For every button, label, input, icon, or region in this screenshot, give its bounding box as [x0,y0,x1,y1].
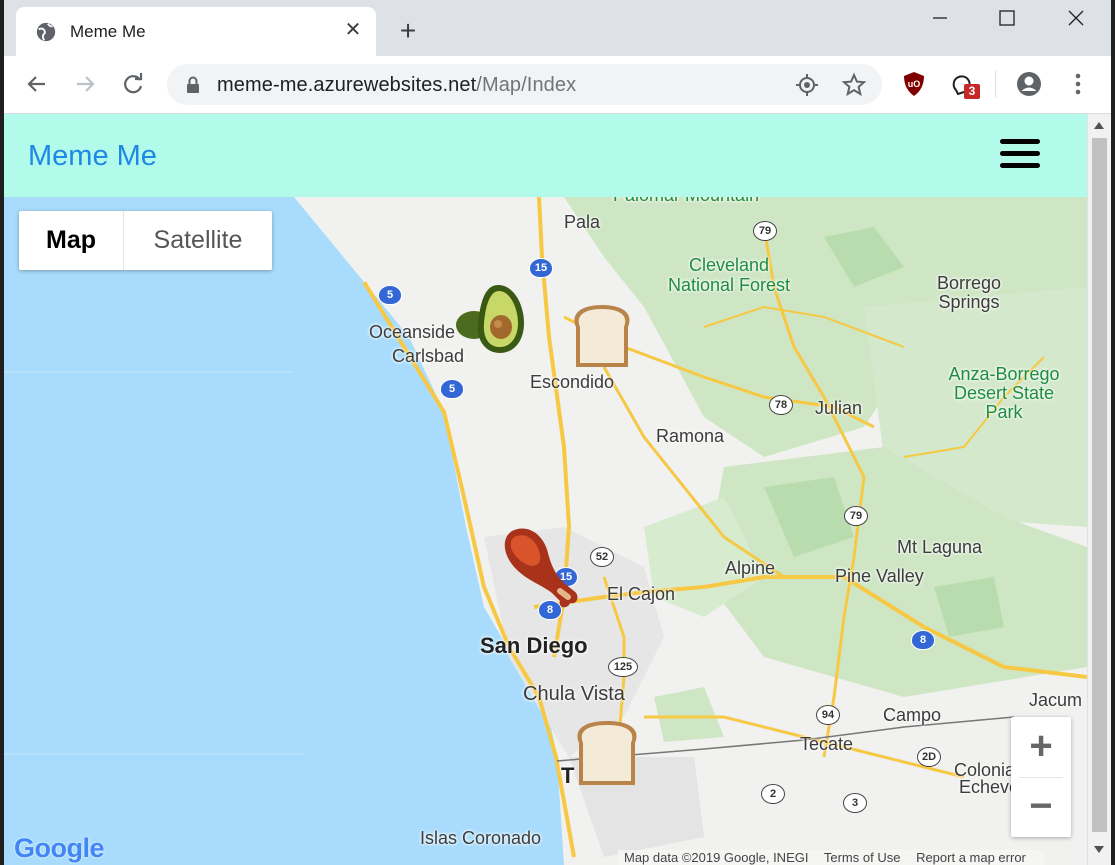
close-window-icon[interactable] [1061,6,1091,30]
brand-link[interactable]: Meme Me [28,140,157,173]
toolbar-divider [995,71,996,97]
ublock-icon[interactable]: uO [900,70,928,98]
report-map-error-link[interactable]: Report a map error [916,850,1026,865]
chicken-drumstick-marker-icon[interactable] [498,525,584,611]
profile-avatar-icon[interactable] [1015,70,1043,98]
route-94-shield: 94 [816,705,840,725]
mexico-2-shield: 2 [761,784,785,804]
place-san-diego: San Diego [480,633,588,658]
globe-icon [36,22,56,42]
bread-marker-icon[interactable] [573,719,641,789]
hamburger-icon[interactable] [1000,139,1040,171]
interstate-15-shield: 15 [529,258,553,278]
route-79-shield: 79 [753,221,777,241]
interstate-5-shield: 5 [378,285,402,305]
mexico-3-shield: 3 [843,793,867,813]
place-julian: Julian [815,398,863,418]
map-type-control: Map Satellite [19,211,272,270]
map-type-satellite-button[interactable]: Satellite [124,211,272,270]
map-type-map-button[interactable]: Map [19,211,123,270]
browser-toolbar: meme-me.azurewebsites.net/Map/Index uO 3 [4,56,1111,114]
terms-of-use-link[interactable]: Terms of Use [824,850,901,865]
place-cleveland: Cleveland National Forest [667,255,791,295]
place-pine-valley: Pine Valley [835,566,924,586]
browser-window: Meme Me ✕ + meme-me.azurewebsites.net/Ma… [4,0,1111,865]
zoom-in-button[interactable]: + [1011,717,1071,777]
bread-marker-icon[interactable] [568,303,636,371]
tab-close-icon[interactable]: ✕ [342,19,364,41]
place-jacumba: Jacum [1029,690,1083,710]
interstate-8-shield: 8 [911,630,935,650]
place-pala: Pala [564,212,601,232]
place-borrego: Borrego Springs [936,273,1002,312]
scroll-down-arrow-icon[interactable] [1094,846,1104,853]
avocado-marker-icon[interactable] [452,281,528,357]
zoom-out-button[interactable]: − [1011,777,1071,837]
web-page: Meme Me Pala Cleveland National Forest B… [4,114,1087,865]
map-canvas[interactable]: Palomar Mountain Pala Cleveland National… [4,185,1087,865]
bookmark-star-icon[interactable] [841,72,867,98]
place-tecate: Tecate [800,734,854,754]
address-bar[interactable]: meme-me.azurewebsites.net/Map/Index [167,64,882,105]
lock-icon[interactable] [185,76,201,94]
route-78-shield: 78 [769,395,793,415]
interstate-5-shield: 5 [440,379,464,399]
place-chula-vista: Chula Vista [523,683,625,705]
browser-menu-icon[interactable] [1064,70,1092,98]
mexico-2d-shield: 2D [917,747,941,767]
tab-strip: Meme Me ✕ + [4,0,1111,57]
forward-arrow-icon[interactable] [71,70,99,98]
scroll-up-arrow-icon[interactable] [1094,122,1104,129]
url-host: meme-me.azurewebsites.net [217,74,477,96]
route-125-shield: 125 [608,657,638,677]
place-oceanside: Oceanside [369,322,456,342]
reload-icon[interactable] [119,70,147,98]
place-alpine: Alpine [725,558,776,578]
place-escondido: Escondido [530,372,615,392]
place-ramona: Ramona [656,426,725,446]
maximize-icon[interactable] [992,6,1022,30]
route-79-shield: 79 [844,506,868,526]
minimize-icon[interactable] [925,6,955,30]
place-islas-coronado: Islas Coronado [420,828,542,848]
google-logo[interactable]: Google [14,833,105,864]
zoom-control: + − [1011,717,1071,837]
site-navbar: Meme Me [4,114,1087,197]
map-attribution: Map data ©2019 Google, INEGI Terms of Us… [618,850,1044,865]
tab-title: Meme Me [70,22,146,41]
route-52-shield: 52 [590,547,614,567]
url-text: meme-me.azurewebsites.net/Map/Index [217,74,576,97]
place-campo: Campo [883,705,942,725]
page-scrollbar[interactable] [1088,114,1111,865]
location-target-icon[interactable] [794,72,820,98]
place-mt-laguna: Mt Laguna [897,537,983,557]
scrollbar-thumb[interactable] [1092,138,1107,832]
svg-text:uO: uO [908,79,921,89]
extension-badge: 3 [964,84,980,99]
map-data-text: Map data ©2019 Google, INEGI [624,850,809,865]
new-tab-icon[interactable]: + [395,17,421,45]
extension-icon[interactable]: 3 [949,70,980,99]
back-arrow-icon[interactable] [23,70,51,98]
url-path: /Map/Index [476,74,577,96]
place-el-cajon: El Cajon [607,584,676,604]
browser-tab[interactable]: Meme Me ✕ [16,7,376,57]
place-anza-borrego: Anza-Borrego Desert State Park [948,364,1060,422]
